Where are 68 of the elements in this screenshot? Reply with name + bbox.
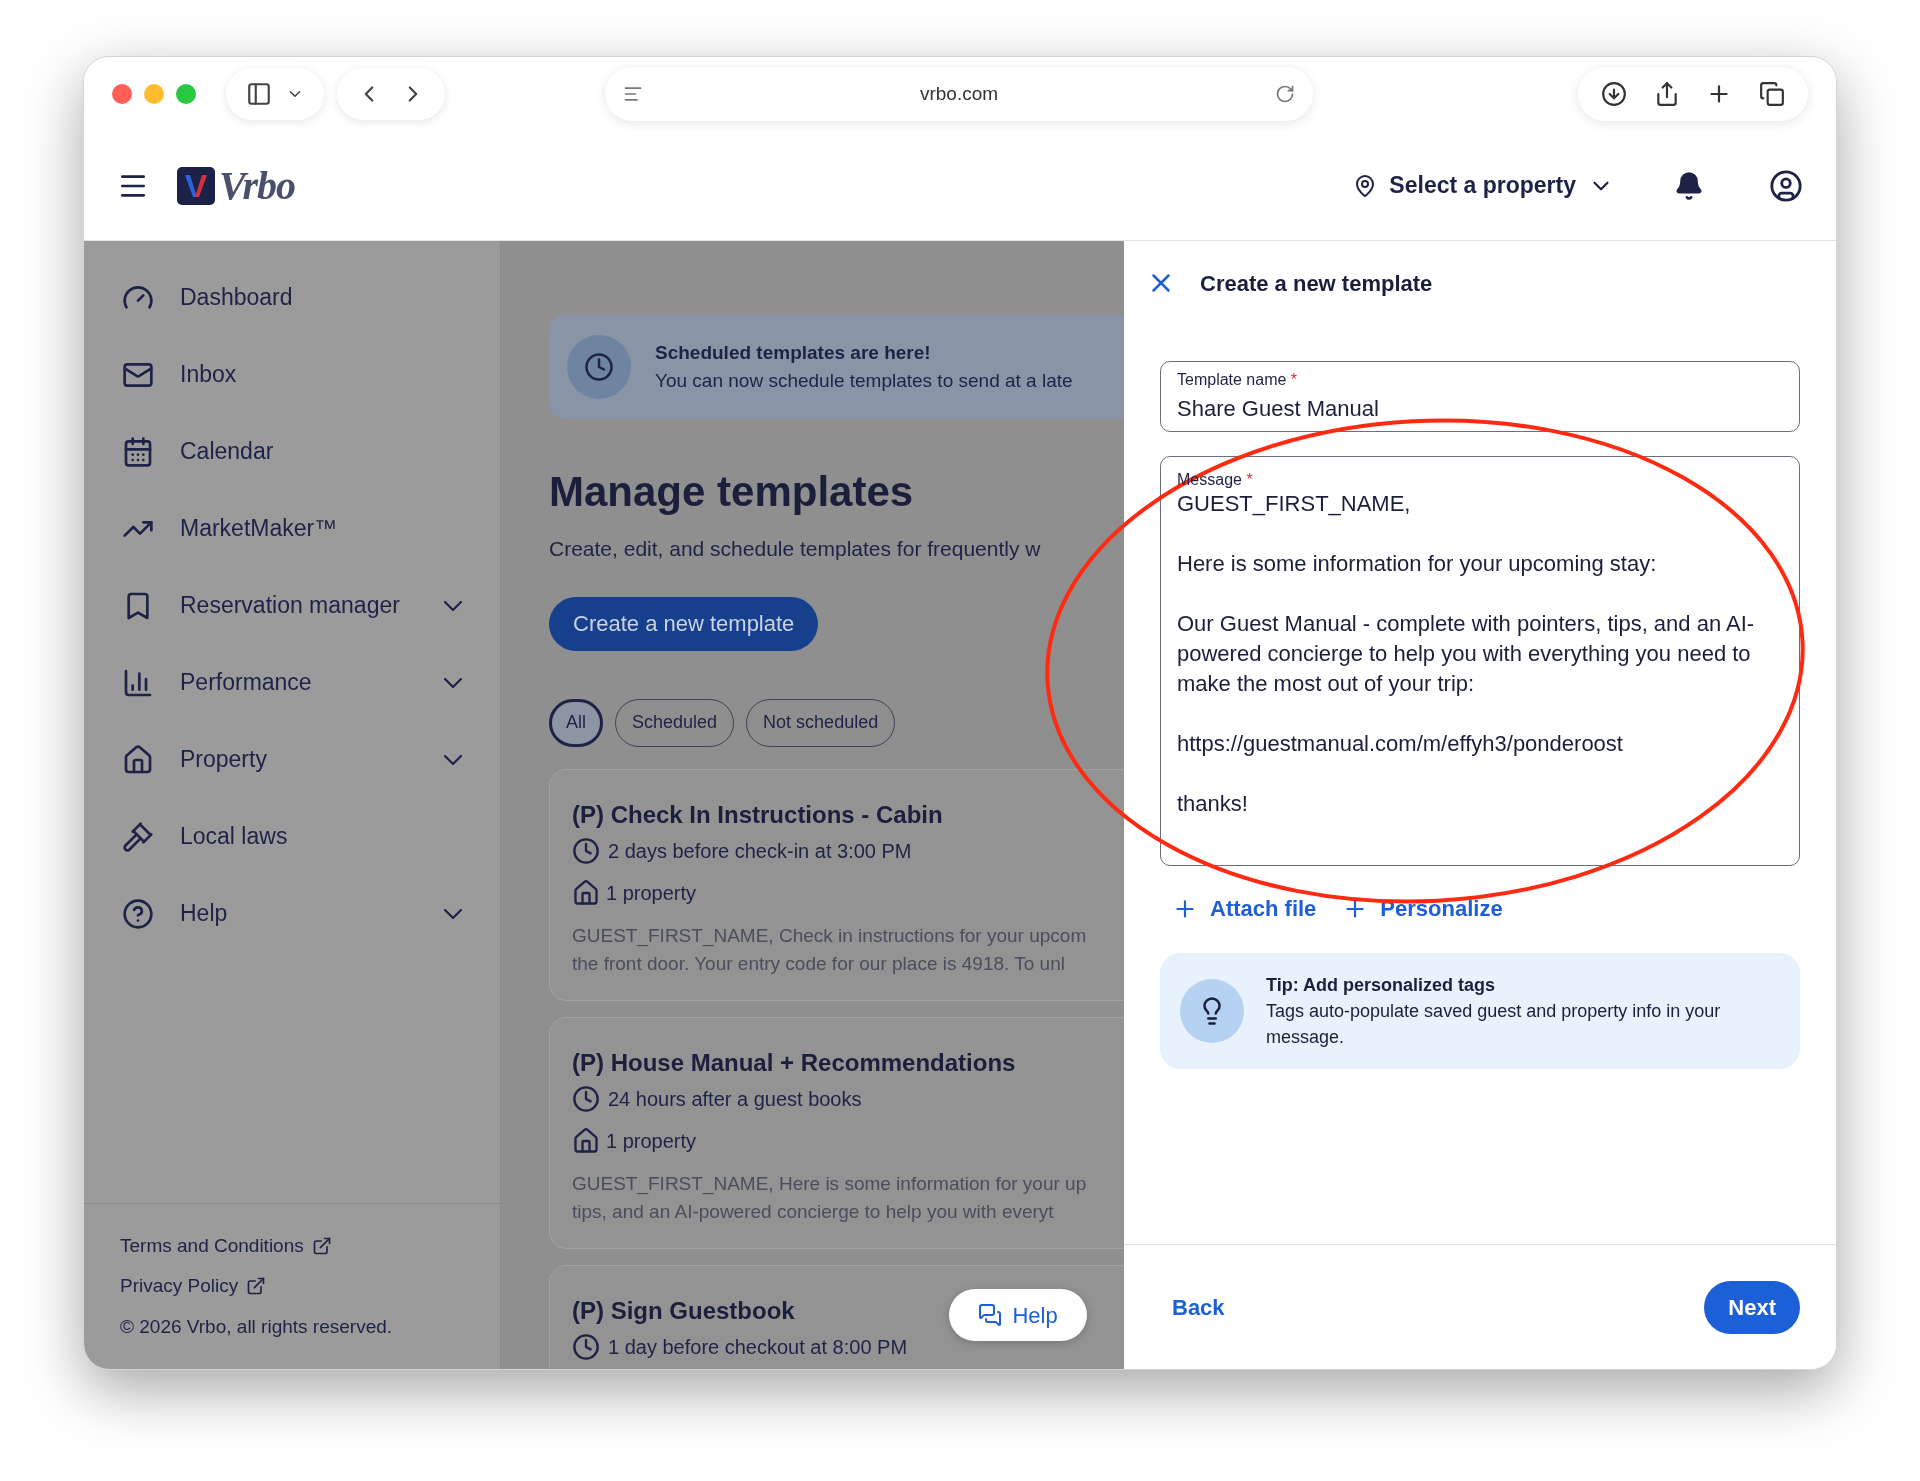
sidebar-item[interactable]: Local laws [84,798,500,875]
tip-title: Tip: Add personalized tags [1266,974,1497,997]
gavel-icon [122,820,154,853]
template-schedule: 2 days before check-in at 3:00 PM [608,838,912,864]
clock-icon [572,1084,600,1113]
url-text: vrbo.com [918,81,1000,106]
house-icon [572,1126,600,1155]
field-label: Template name * [1177,370,1299,390]
property-selector[interactable]: Select a property [1353,168,1614,203]
template-title: (P) Sign Guestbook [572,1295,795,1326]
address-bar[interactable]: vrbo.com [605,67,1313,121]
template-preview-line: GUEST_FIRST_NAME, Check in instructions for your upcom [572,923,1088,949]
page-subtitle: Create, edit, and schedule templates for frequently w [549,536,1042,562]
footer-link[interactable]: Privacy Policy [120,1272,500,1301]
account-icon[interactable] [1769,168,1803,203]
sidebar-item[interactable]: Property [84,721,500,798]
bell-icon[interactable] [1674,170,1704,201]
calendar-icon [122,435,154,468]
tabs-icon[interactable] [1758,81,1785,107]
template-card[interactable]: (P) Check In Instructions - Cabin 2 days before check-in at 3:00 PM 1 property GUEST_FIRST_NAME, Check in instructions for your upcom the front door. Your entry code for our place is 4918. To unl [549,768,1124,1001]
template-schedule: 24 hours after a guest books [608,1086,862,1112]
filter-chip[interactable]: All [549,698,603,747]
tip-text: Tags auto-populate saved guest and property info in your message. [1266,1000,1722,1049]
sidebar-item[interactable]: Help [84,875,500,952]
next-button[interactable]: Next [1704,1280,1800,1334]
template-preview-line: the front door. Your entry code for our place is 4918. To unl [572,951,1066,976]
close-window-button[interactable] [112,84,132,104]
page-heading: Manage templates [549,467,915,517]
banner-title: Scheduled templates are here! [655,340,932,365]
banner-text: You can now schedule templates to send at a late [655,369,1073,393]
copyright-text: © 2026 Vrbo, all rights reserved. [120,1314,394,1339]
sidebar-icon [246,81,272,107]
sidebar-toggle-button[interactable] [226,68,324,120]
help-button[interactable]: Help [949,1289,1087,1341]
sidebar-item[interactable]: Inbox [84,336,500,413]
external-link-icon [246,1276,267,1297]
template-schedule: 1 day before checkout at 8:00 PM [608,1334,908,1360]
chat-icon [978,1303,1003,1327]
house-icon [122,743,154,776]
add-link[interactable]: Personalize [1342,892,1503,925]
house-icon [572,878,600,907]
logo-wordmark: Vrbo [219,161,296,210]
help-icon [122,897,154,930]
template-preview-line: tips, and an AI-powered concierge to help you with everyt [572,1199,1055,1224]
page-icon [623,84,643,104]
sidebar-item[interactable]: Calendar [84,413,500,490]
reload-icon[interactable] [1275,84,1295,104]
clock-icon [572,1332,600,1361]
template-title: (P) Check In Instructions - Cabin [572,799,943,830]
download-icon[interactable] [1601,81,1628,107]
sidebar-item[interactable]: MarketMaker™ [84,490,500,567]
template-card[interactable]: (P) House Manual + Recommendations 24 hours after a guest books 1 property GUEST_FIRST_NAME, Here is some information for your up tips, and an AI-powered concierge to help you with everyt [549,1016,1124,1249]
template-title: (P) House Manual + Recommendations [572,1047,1016,1078]
external-link-icon [311,1235,332,1256]
template-preview-line: GUEST_FIRST_NAME, Here is some information for your up [572,1171,1088,1197]
template-properties: 1 property [606,880,697,906]
sidebar-item[interactable]: Reservation manager [84,567,500,644]
create-template-button[interactable]: Create a new template [549,596,819,651]
panel-title: Create a new template [1200,269,1433,298]
clock-icon [572,836,600,865]
logo-icon [177,166,215,205]
back-button[interactable]: Back [1172,1290,1225,1324]
add-link[interactable]: Attach file [1172,892,1317,925]
sidebar-item[interactable]: Dashboard [84,259,500,336]
template-name-field[interactable]: Template name * Share Guest Manual [1160,361,1800,432]
template-properties: 1 property [606,1128,697,1154]
footer-link[interactable]: Terms and Conditions [120,1231,500,1260]
sidebar-item[interactable]: Performance [84,644,500,721]
